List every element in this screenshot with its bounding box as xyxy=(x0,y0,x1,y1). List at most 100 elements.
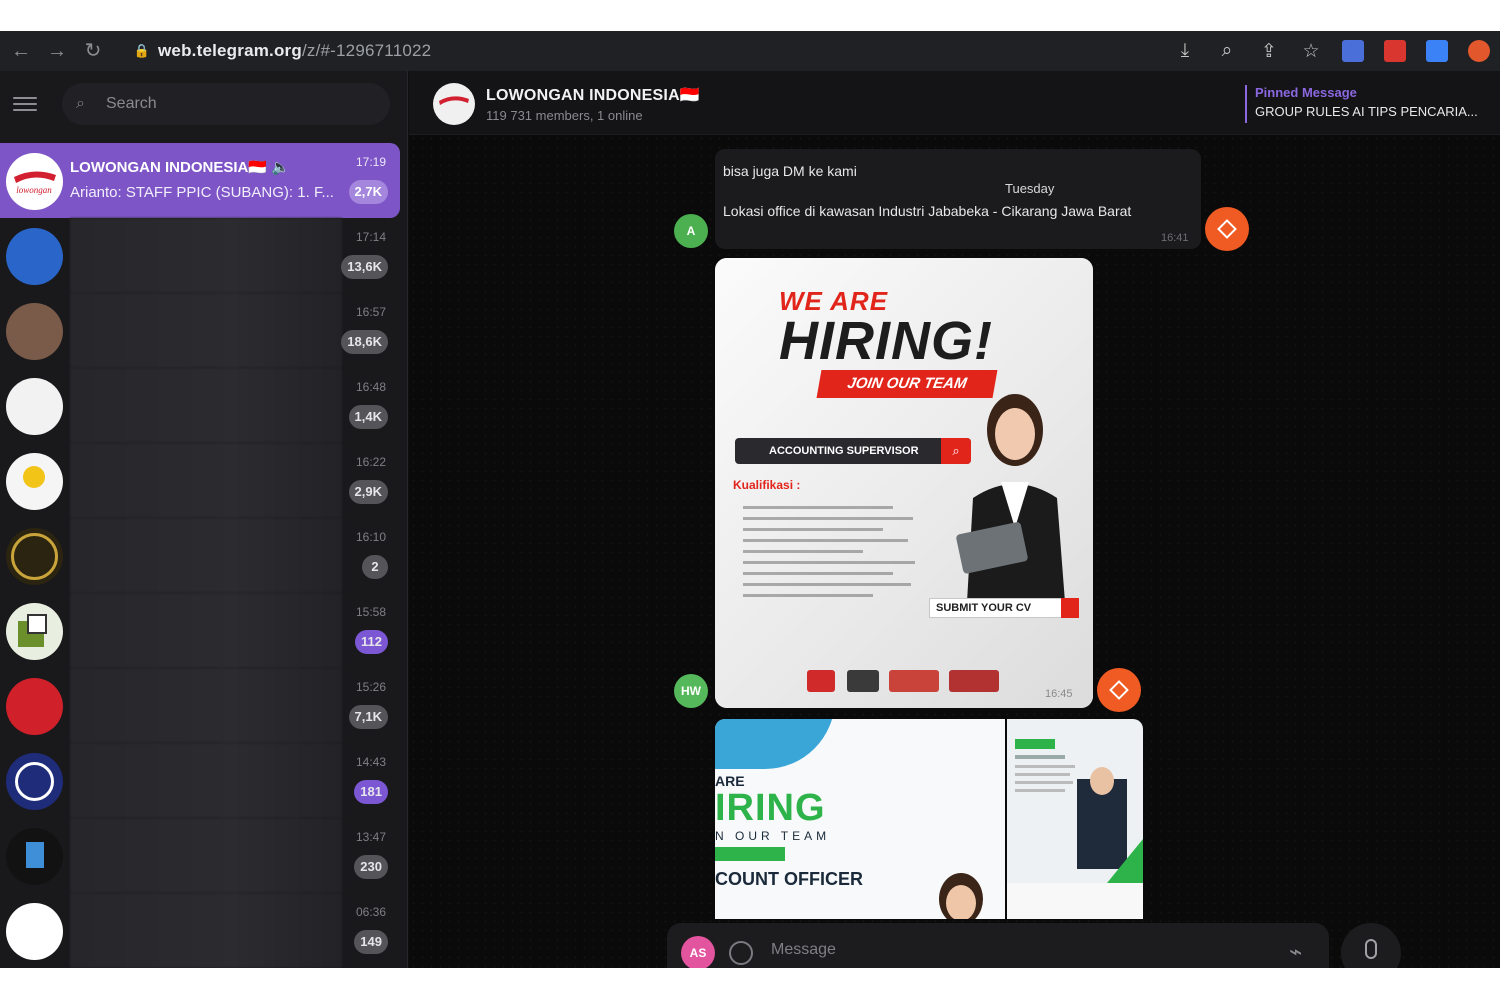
chat-item[interactable]: 16:22 2,9K xyxy=(0,443,400,518)
pinned-text: GROUP RULES AI TIPS PENCARIA... xyxy=(1255,104,1478,119)
chat-title: LOWONGAN INDONESIA🇮🇩 🔈 xyxy=(70,159,290,176)
chat-time: 15:58 xyxy=(355,605,386,619)
sidebar-header: ⌕ xyxy=(0,71,407,137)
blurred-chat-content xyxy=(70,818,342,893)
back-icon[interactable]: ← xyxy=(6,36,36,66)
chat-item[interactable]: 16:10 2 xyxy=(0,518,400,593)
address-bar[interactable]: 🔒 web.telegram.org/z/#-1296711022 xyxy=(132,36,1312,66)
blurred-chat-content xyxy=(70,518,342,593)
chat-header[interactable]: LOWONGAN INDONESIA🇮🇩 119 731 members, 1 … xyxy=(409,71,1500,135)
blurred-chat-content xyxy=(70,368,342,443)
orange-extension-icon[interactable] xyxy=(1468,40,1490,62)
channel-avatar[interactable] xyxy=(433,83,475,125)
unread-badge: 2,7K xyxy=(348,180,388,204)
chat-item[interactable]: 13:47 230 xyxy=(0,818,400,893)
chat-time: 14:43 xyxy=(355,755,386,769)
date-separator: Tuesday xyxy=(1005,181,1055,196)
send-as-avatar[interactable]: AS xyxy=(681,936,715,968)
chat-time: 16:10 xyxy=(355,530,386,544)
chat-item[interactable]: 16:57 18,6K xyxy=(0,293,400,368)
chat-time: 16:22 xyxy=(355,455,386,469)
poster-submit-arrow xyxy=(1061,598,1079,618)
chat-item[interactable]: 15:26 7,1K xyxy=(0,668,400,743)
bookmark-star-icon[interactable]: ☆ xyxy=(1290,40,1332,63)
pinned-label: Pinned Message xyxy=(1255,85,1357,100)
translate-extension-icon[interactable] xyxy=(1342,40,1364,62)
attach-paperclip-icon[interactable]: ⌁ xyxy=(1289,939,1302,965)
message-composer: AS ⌁ xyxy=(667,923,1329,968)
search-box[interactable]: ⌕ xyxy=(62,83,390,125)
forward-button[interactable] xyxy=(1097,668,1141,712)
unread-badge: 13,6K xyxy=(341,255,388,279)
reload-icon[interactable]: ↻ xyxy=(78,36,108,66)
forward-button[interactable] xyxy=(1205,207,1249,251)
chat-time: 13:47 xyxy=(355,830,386,844)
album-text-officer: COUNT OFFICER xyxy=(715,869,863,889)
chat-preview: Arianto: STAFF PPIC (SUBANG): 1. F... xyxy=(70,184,334,201)
album-image-bottom[interactable] xyxy=(1007,883,1143,919)
search-input[interactable] xyxy=(106,95,346,113)
message-text: Lokasi office di kawasan Industri Jababe… xyxy=(723,203,1132,219)
chat-avatar xyxy=(6,753,63,810)
poster-submit-cv: SUBMIT YOUR CV xyxy=(929,598,1077,618)
blurred-chat-content xyxy=(70,668,342,743)
blue-extension-icon[interactable] xyxy=(1426,40,1448,62)
blurred-chat-content xyxy=(70,743,342,818)
blurred-chat-content xyxy=(70,443,342,518)
chat-item[interactable]: 14:43 181 xyxy=(0,743,400,818)
album-thumbnail-poster xyxy=(1015,739,1143,883)
hamburger-menu-icon[interactable] xyxy=(13,93,37,115)
search-icon: ⌕ xyxy=(76,95,85,112)
chat-time: 17:19 xyxy=(355,155,386,169)
album-image-left[interactable]: ARE IRING N OUR TEAM COUNT OFFICER xyxy=(715,719,1005,919)
url-path: /z/#-1296711022 xyxy=(301,41,432,60)
unread-badge: 1,4K xyxy=(348,405,388,429)
image-time: 16:45 xyxy=(1045,688,1073,700)
voice-record-button[interactable] xyxy=(1341,923,1401,968)
poster-requirements xyxy=(735,498,923,605)
emoji-icon[interactable] xyxy=(729,941,753,965)
chat-time: 15:26 xyxy=(355,680,386,694)
sender-avatar[interactable]: HW xyxy=(674,674,708,708)
hiring-album-image[interactable]: ARE IRING N OUR TEAM COUNT OFFICER xyxy=(715,719,1143,919)
forward-icon[interactable]: → xyxy=(42,36,72,66)
lock-icon[interactable]: 🔒 xyxy=(132,43,152,59)
pinned-message[interactable]: Pinned Message GROUP RULES AI TIPS PENCA… xyxy=(1245,85,1500,123)
chat-avatar xyxy=(6,303,63,360)
chat-list-sidebar: ⌕ lowongan LOWONGAN INDONESIA🇮🇩 🔈 Ariant… xyxy=(0,71,408,968)
zoom-icon[interactable]: ⌕ xyxy=(1206,40,1248,62)
browser-actions: ⤓ ⌕ ⇪ ☆ xyxy=(1164,36,1500,66)
chat-avatar xyxy=(6,603,63,660)
unread-badge: 7,1K xyxy=(348,705,388,729)
url-host: web.telegram.org xyxy=(158,41,302,60)
chat-item-lowongan-indonesia[interactable]: lowongan LOWONGAN INDONESIA🇮🇩 🔈 Arianto:… xyxy=(0,143,400,218)
album-green-chip xyxy=(715,847,785,861)
svg-text:lowongan: lowongan xyxy=(16,185,52,195)
chat-item[interactable]: 15:58 112 xyxy=(0,593,400,668)
sponsor-logo xyxy=(949,670,999,692)
unread-badge: 149 xyxy=(354,930,388,954)
chat-item[interactable]: 06:36 149 xyxy=(0,893,400,968)
red-extension-icon[interactable] xyxy=(1384,40,1406,62)
message-text: bisa juga DM ke kami xyxy=(723,163,857,179)
chat-panel: LOWONGAN INDONESIA🇮🇩 119 731 members, 1 … xyxy=(409,71,1500,968)
chat-time: 16:57 xyxy=(355,305,386,319)
unread-badge: 2 xyxy=(362,555,388,579)
hiring-poster-image[interactable]: WE ARE HIRING! JOIN OUR TEAM ACCOUNTING … xyxy=(715,258,1093,708)
share-icon[interactable]: ⇪ xyxy=(1248,40,1290,63)
chat-item[interactable]: 16:48 1,4K xyxy=(0,368,400,443)
unread-badge: 112 xyxy=(355,630,388,654)
chat-time: 17:14 xyxy=(355,230,386,244)
sender-avatar[interactable]: A xyxy=(674,214,708,248)
chat-time: 16:48 xyxy=(355,380,386,394)
unread-badge: 2,9K xyxy=(348,480,388,504)
poster-kualifikasi: Kualifikasi : xyxy=(733,478,801,492)
install-icon[interactable]: ⤓ xyxy=(1164,40,1206,62)
chat-avatar xyxy=(6,378,63,435)
chat-item[interactable]: 17:14 13,6K xyxy=(0,218,400,293)
poster-position: ACCOUNTING SUPERVISOR xyxy=(735,438,971,464)
message-input[interactable] xyxy=(771,941,1271,959)
unread-badge: 230 xyxy=(354,855,388,879)
microphone-icon xyxy=(1365,939,1377,959)
member-count: 119 731 members, 1 online xyxy=(486,108,643,123)
